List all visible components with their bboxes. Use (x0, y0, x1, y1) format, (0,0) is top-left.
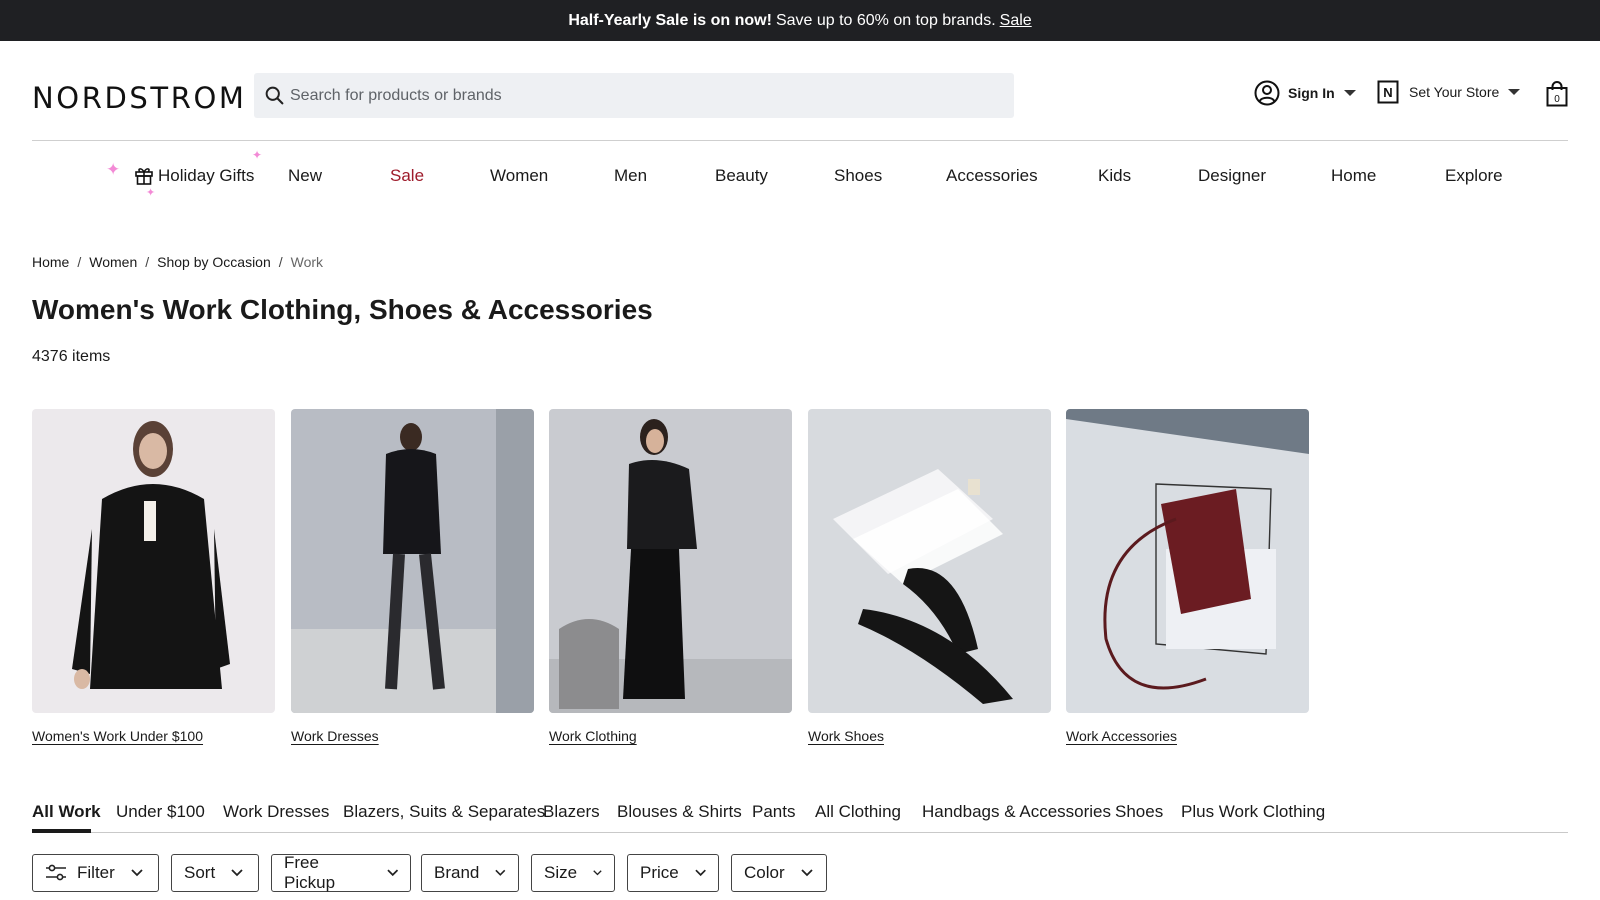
nav-item-explore[interactable]: Explore (1445, 166, 1503, 186)
store-label: Set Your Store (1409, 84, 1500, 100)
promo-headline: Half-Yearly Sale is on now! (568, 11, 772, 29)
nav-item-designer[interactable]: Designer (1198, 166, 1266, 186)
site-header: NORDSTROM Sign In N Set Your Store 0 (32, 41, 1568, 141)
set-store-button[interactable]: N Set Your Store (1377, 80, 1521, 104)
chevron-down-icon (1343, 90, 1356, 96)
sign-in-label: Sign In (1288, 85, 1335, 101)
category-link[interactable]: Women's Work Under $100 (32, 728, 203, 744)
brand-label: Brand (434, 863, 480, 882)
search-icon (265, 86, 284, 105)
price-label: Price (640, 863, 679, 882)
promo-banner: Half-Yearly Sale is on now! Save up to 6… (0, 0, 1600, 41)
chevron-down-icon (593, 870, 602, 876)
nav-item-beauty[interactable]: Beauty (715, 166, 768, 186)
tab-plus-work-clothing[interactable]: Plus Work Clothing (1181, 802, 1325, 822)
category-link[interactable]: Work Shoes (808, 728, 884, 744)
nav-item-men[interactable]: Men (614, 166, 647, 186)
page-title: Women's Work Clothing, Shoes & Accessori… (32, 294, 653, 325)
nav-item-women[interactable]: Women (490, 166, 548, 186)
search-input[interactable] (290, 73, 1000, 118)
chevron-down-icon (495, 869, 506, 876)
promo-sale-link[interactable]: Sale (1000, 12, 1032, 30)
category-tile[interactable]: Work Shoes (808, 409, 1051, 746)
filter-button[interactable]: Filter (32, 854, 159, 892)
nav-item-kids[interactable]: Kids (1098, 166, 1131, 186)
nav-item-new[interactable]: New (288, 166, 322, 186)
chevron-down-icon (231, 869, 243, 877)
account-icon (1254, 80, 1280, 106)
nav-item-shoes[interactable]: Shoes (834, 166, 882, 186)
category-tile[interactable]: Work Accessories (1066, 409, 1309, 746)
tab-handbags-accessories[interactable]: Handbags & Accessories (922, 802, 1111, 822)
chevron-down-icon (386, 869, 398, 877)
chevron-down-icon (695, 869, 706, 877)
breadcrumb-shop-by-occasion[interactable]: Shop by Occasion (157, 254, 271, 270)
gift-icon (135, 168, 153, 185)
tab-blazers-suits-separates[interactable]: Blazers, Suits & Separates (343, 802, 545, 822)
sign-in-button[interactable]: Sign In (1254, 80, 1356, 106)
category-tile[interactable]: Women's Work Under $100 (32, 409, 275, 746)
shopping-bag-icon: 0 (1546, 81, 1568, 107)
nav-label: Holiday Gifts (158, 166, 255, 185)
breadcrumb-separator: / (145, 254, 150, 270)
svg-text:0: 0 (1554, 94, 1560, 105)
category-link[interactable]: Work Accessories (1066, 728, 1177, 744)
tab-under-100[interactable]: Under $100 (116, 802, 205, 822)
chevron-down-icon (1508, 89, 1521, 95)
category-link[interactable]: Work Dresses (291, 728, 379, 744)
main-nav: ✦ ✦ ✦ Holiday Gifts New Sale Women Men B… (32, 148, 1568, 208)
breadcrumb-separator: / (77, 254, 82, 270)
nav-item-holiday-gifts[interactable]: ✦ ✦ ✦ Holiday Gifts (102, 148, 272, 208)
size-button[interactable]: Size (531, 854, 615, 892)
category-tile[interactable]: Work Dresses (291, 409, 534, 746)
price-button[interactable]: Price (627, 854, 719, 892)
nordstrom-logo[interactable]: NORDSTROM (32, 81, 247, 115)
nav-item-sale[interactable]: Sale (390, 166, 424, 186)
brand-button[interactable]: Brand (421, 854, 519, 892)
category-image-accessories[interactable] (1066, 409, 1309, 713)
active-tab-indicator (32, 829, 91, 833)
chevron-down-icon (800, 869, 813, 877)
color-button[interactable]: Color (731, 854, 827, 892)
sparkle-icon: ✦ (106, 160, 121, 179)
item-count: 4376 items (32, 348, 111, 365)
category-image-dress[interactable] (291, 409, 534, 713)
shopping-bag-button[interactable]: 0 (1546, 81, 1568, 107)
free-pickup-label: Free Pickup (284, 853, 336, 892)
size-label: Size (544, 863, 578, 882)
category-image-clothing[interactable] (549, 409, 792, 713)
tab-all-clothing[interactable]: All Clothing (815, 802, 901, 822)
category-tabs: All Work Under $100 Work Dresses Blazers… (32, 798, 1568, 833)
sparkle-icon: ✦ (146, 187, 156, 199)
breadcrumb-women[interactable]: Women (89, 254, 137, 270)
tab-all-work[interactable]: All Work (32, 802, 101, 822)
breadcrumb: Home / Women / Shop by Occasion / Work (32, 254, 323, 270)
nav-item-accessories[interactable]: Accessories (946, 166, 1038, 186)
svg-text:N: N (1383, 85, 1392, 100)
tab-blazers[interactable]: Blazers (543, 802, 600, 822)
category-link[interactable]: Work Clothing (549, 728, 637, 744)
free-pickup-button[interactable]: Free Pickup (271, 853, 411, 892)
category-image-blazer[interactable] (32, 409, 275, 713)
breadcrumb-home[interactable]: Home (32, 254, 69, 270)
nav-item-home[interactable]: Home (1331, 166, 1376, 186)
category-tile[interactable]: Work Clothing (549, 409, 792, 746)
tab-pants[interactable]: Pants (752, 802, 795, 822)
promo-text: Save up to 60% on top brands. (775, 11, 996, 29)
tab-work-dresses[interactable]: Work Dresses (223, 802, 329, 822)
category-image-shoes[interactable] (808, 409, 1051, 713)
chevron-down-icon (131, 869, 143, 877)
sort-button[interactable]: Sort (171, 854, 259, 892)
tab-blouses-shirts[interactable]: Blouses & Shirts (617, 802, 742, 822)
color-label: Color (744, 863, 785, 882)
breadcrumb-separator: / (278, 254, 283, 270)
sparkle-icon: ✦ (252, 148, 263, 162)
sliders-icon (46, 864, 66, 881)
sort-label: Sort (184, 863, 216, 882)
search-bar[interactable] (254, 73, 1014, 118)
tab-shoes[interactable]: Shoes (1115, 802, 1163, 822)
filter-label: Filter (77, 863, 115, 882)
store-icon: N (1377, 80, 1399, 104)
breadcrumb-current: Work (290, 254, 324, 270)
